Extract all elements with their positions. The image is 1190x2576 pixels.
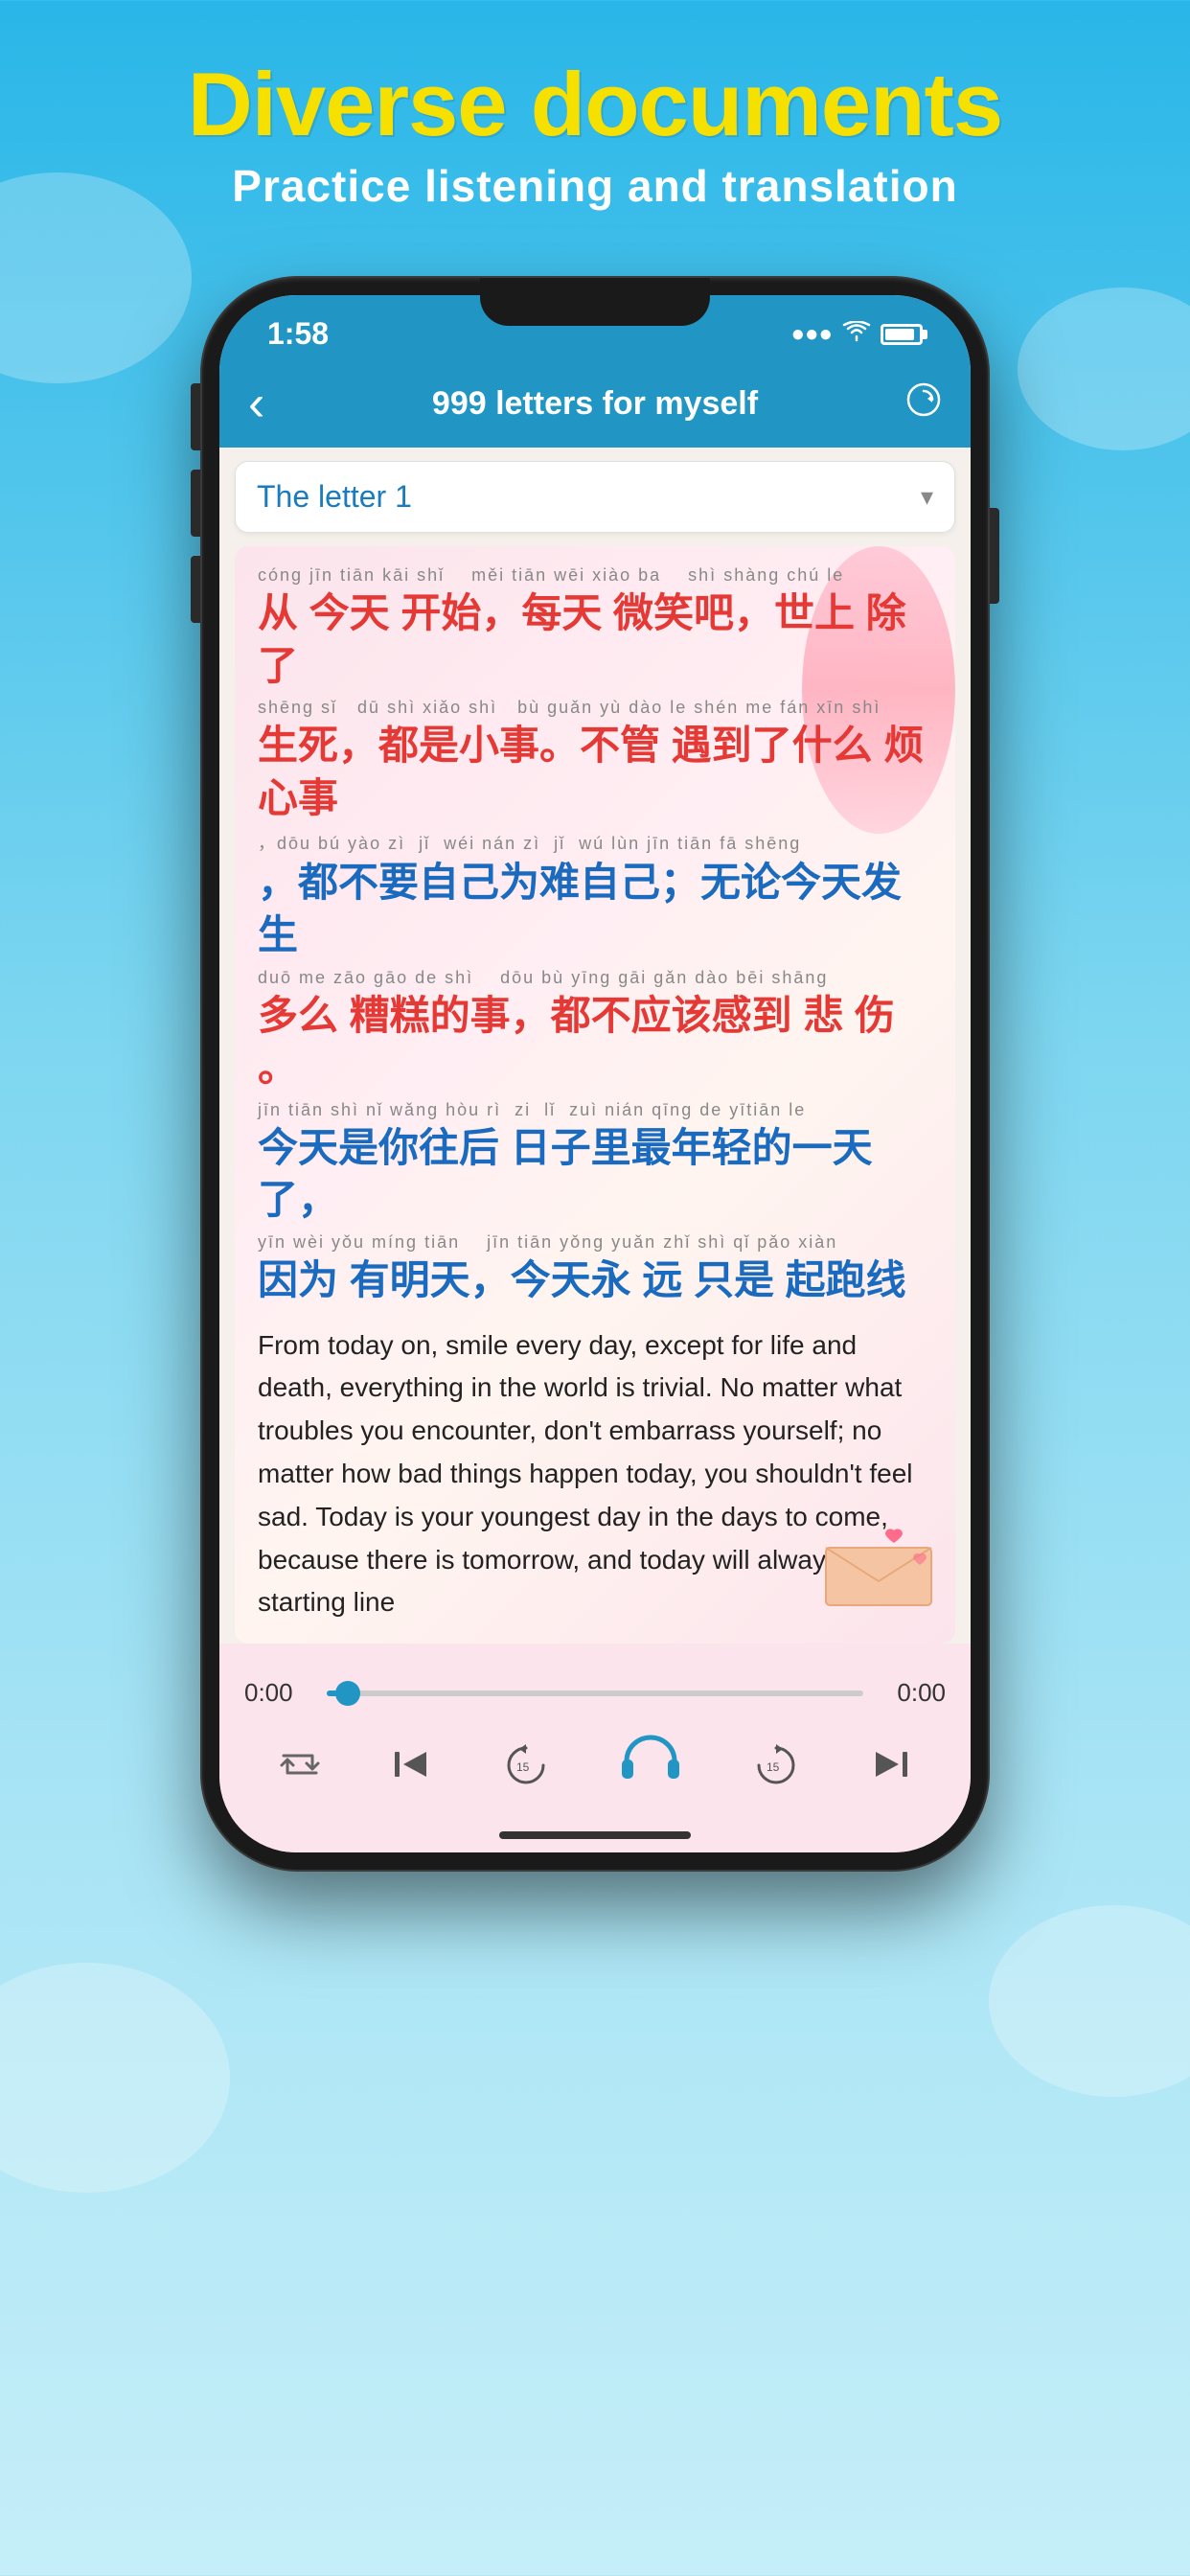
- dropdown-arrow-icon: ▾: [921, 482, 933, 512]
- forward-button[interactable]: 15: [752, 1740, 800, 1795]
- text-line-5: jīn tiān shì nǐ wǎng hòu rì zi lǐ zuì ni…: [258, 1100, 932, 1227]
- skip-back-button[interactable]: [390, 1742, 434, 1793]
- home-indicator-area: [219, 1831, 971, 1852]
- phone-notch: [480, 278, 710, 326]
- pinyin-1: cóng jīn tiān kāi shǐ měi tiān wēi xiào …: [258, 565, 932, 586]
- hanzi-3: ，都不要自己为难自己；无论今天发生: [258, 857, 932, 961]
- text-line-1: cóng jīn tiān kāi shǐ měi tiān wēi xiào …: [258, 565, 932, 692]
- nav-title: 999 letters for myself: [306, 385, 884, 423]
- text-line-3: ，dōu bú yào zì jǐ wéi nán zì jǐ wú lùn j…: [258, 830, 932, 961]
- phone-screen: 1:58 ●●● ‹ 999 letters for myself: [219, 295, 971, 1852]
- phone-mockup: 1:58 ●●● ‹ 999 letters for myself: [202, 278, 988, 1870]
- hanzi-2: 生死，都是小事。不管 遇到了什么 烦心事: [258, 720, 932, 824]
- text-line-6: yīn wèi yǒu míng tiān jīn tiān yǒng yuǎn…: [258, 1232, 932, 1307]
- pinyin-2: shēng sǐ dū shì xiǎo shì bù guǎn yù dào …: [258, 698, 932, 718]
- app-subtitle: Practice listening and translation: [0, 160, 1190, 212]
- back-button[interactable]: ‹: [248, 375, 306, 432]
- cloud-decoration-2: [1018, 288, 1190, 450]
- audio-player: 0:00 0:00: [219, 1663, 971, 1831]
- play-button[interactable]: [617, 1733, 684, 1803]
- hanzi-1: 从 今天 开始，每天 微笑吧，世上 除了: [258, 587, 932, 692]
- text-line-4: duō me zāo gāo de shì dōu bù yīng gāi gǎ…: [258, 968, 932, 1094]
- signal-icon: ●●●: [791, 321, 834, 348]
- app-title: Diverse documents: [0, 58, 1190, 152]
- audio-controls: 15: [244, 1723, 946, 1822]
- nav-bar: ‹ 999 letters for myself: [219, 359, 971, 448]
- text-line-2: shēng sǐ dū shì xiǎo shì bù guǎn yù dào …: [258, 698, 932, 824]
- svg-text:15: 15: [767, 1760, 780, 1774]
- battery-icon: [881, 324, 923, 345]
- spacer: [219, 1644, 971, 1663]
- letter-selector[interactable]: The letter 1 ▾: [235, 461, 955, 533]
- home-bar: [499, 1831, 691, 1839]
- total-time: 0:00: [879, 1678, 946, 1708]
- wifi-icon: [842, 319, 871, 349]
- pinyin-5: jīn tiān shì nǐ wǎng hòu rì zi lǐ zuì ni…: [258, 1100, 932, 1120]
- progress-track[interactable]: [327, 1690, 863, 1696]
- cloud-decoration-4: [989, 1905, 1190, 2097]
- svg-text:15: 15: [516, 1760, 530, 1774]
- app-header: Diverse documents Practice listening and…: [0, 0, 1190, 221]
- progress-bar-row: 0:00 0:00: [244, 1678, 946, 1708]
- envelope-decoration: [821, 1524, 936, 1615]
- hanzi-4: 多么 糟糕的事，都不应该感到 悲 伤 。: [258, 990, 932, 1094]
- phone-outer-shell: 1:58 ●●● ‹ 999 letters for myself: [202, 278, 988, 1870]
- current-time: 0:00: [244, 1678, 311, 1708]
- repeat-button[interactable]: [278, 1746, 322, 1789]
- chinese-content-block: cóng jīn tiān kāi shǐ měi tiān wēi xiào …: [258, 565, 932, 1307]
- selector-label: The letter 1: [257, 479, 921, 515]
- skip-forward-button[interactable]: [868, 1742, 912, 1793]
- status-icons: ●●●: [791, 319, 924, 349]
- pinyin-6: yīn wèi yǒu míng tiān jīn tiān yǒng yuǎn…: [258, 1232, 932, 1253]
- rewind-button[interactable]: 15: [502, 1740, 550, 1795]
- refresh-icon[interactable]: [884, 381, 942, 426]
- progress-thumb: [335, 1681, 360, 1706]
- hanzi-5: 今天是你往后 日子里最年轻的一天了，: [258, 1122, 932, 1227]
- status-time: 1:58: [267, 316, 329, 352]
- hanzi-6: 因为 有明天，今天永 远 只是 起跑线: [258, 1254, 932, 1307]
- pinyin-4: duō me zāo gāo de shì dōu bù yīng gāi gǎ…: [258, 968, 932, 988]
- pinyin-3: ，dōu bú yào zì jǐ wéi nán zì jǐ wú lùn j…: [258, 830, 932, 855]
- cloud-decoration-3: [0, 1963, 230, 2193]
- content-area: cóng jīn tiān kāi shǐ měi tiān wēi xiào …: [235, 546, 955, 1644]
